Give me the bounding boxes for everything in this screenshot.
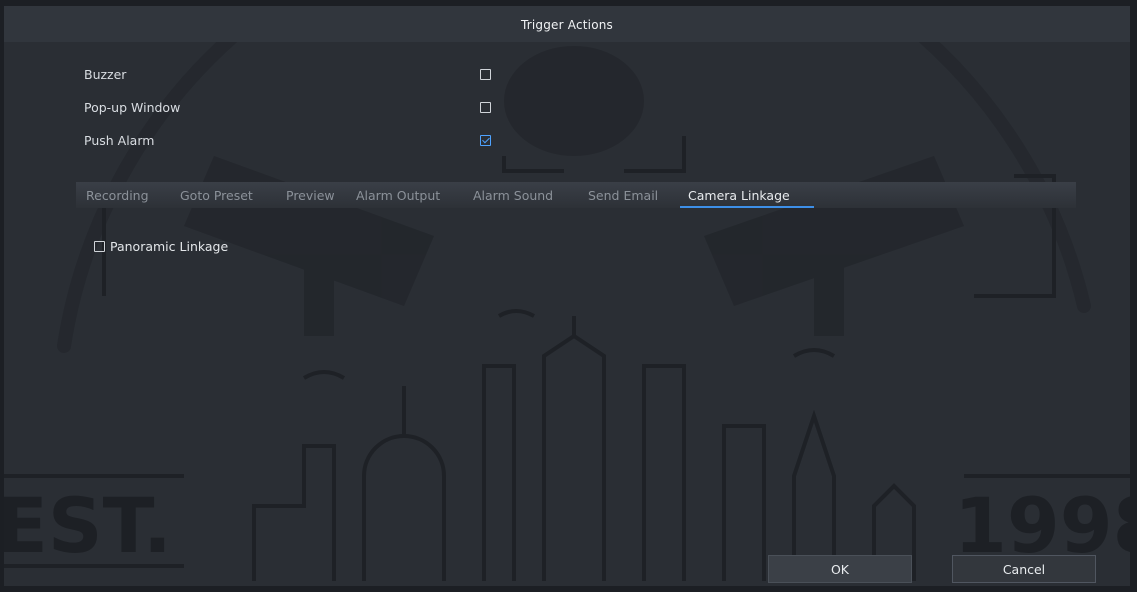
dialog-titlebar: Trigger Actions — [4, 6, 1130, 42]
option-push-alarm[interactable]: Push Alarm — [84, 130, 524, 152]
tab-alarm-output[interactable]: Alarm Output — [356, 188, 440, 203]
panoramic-linkage-option[interactable]: Panoramic Linkage — [94, 238, 294, 256]
dialog-title: Trigger Actions — [520, 18, 614, 32]
trigger-actions-dialog: EST. 1998 Trigger Actions Buzzer Pop-up … — [4, 6, 1130, 586]
active-tab-indicator — [680, 206, 814, 208]
popup-window-checkbox[interactable] — [480, 102, 491, 113]
tab-goto-preset[interactable]: Goto Preset — [180, 188, 253, 203]
option-push-alarm-label: Push Alarm — [84, 133, 155, 148]
tab-send-email[interactable]: Send Email — [588, 188, 658, 203]
option-popup-window-label: Pop-up Window — [84, 100, 181, 115]
ok-button[interactable]: OK — [768, 555, 912, 583]
cancel-button[interactable]: Cancel — [952, 555, 1096, 583]
tab-alarm-sound[interactable]: Alarm Sound — [473, 188, 553, 203]
tab-preview[interactable]: Preview — [286, 188, 335, 203]
tab-recording[interactable]: Recording — [86, 188, 149, 203]
push-alarm-checkbox[interactable] — [480, 135, 491, 146]
watermark-est-text: EST. — [4, 481, 172, 570]
watermark-illustration: EST. 1998 — [4, 6, 1130, 581]
option-buzzer-label: Buzzer — [84, 67, 127, 82]
tab-camera-linkage[interactable]: Camera Linkage — [688, 188, 790, 203]
option-buzzer[interactable]: Buzzer — [84, 64, 524, 86]
buzzer-checkbox[interactable] — [480, 69, 491, 80]
panoramic-linkage-checkbox[interactable] — [94, 241, 105, 252]
panoramic-linkage-label: Panoramic Linkage — [110, 239, 229, 254]
option-popup-window[interactable]: Pop-up Window — [84, 97, 524, 119]
action-tabs: Recording Goto Preset Preview Alarm Outp… — [76, 182, 1076, 208]
